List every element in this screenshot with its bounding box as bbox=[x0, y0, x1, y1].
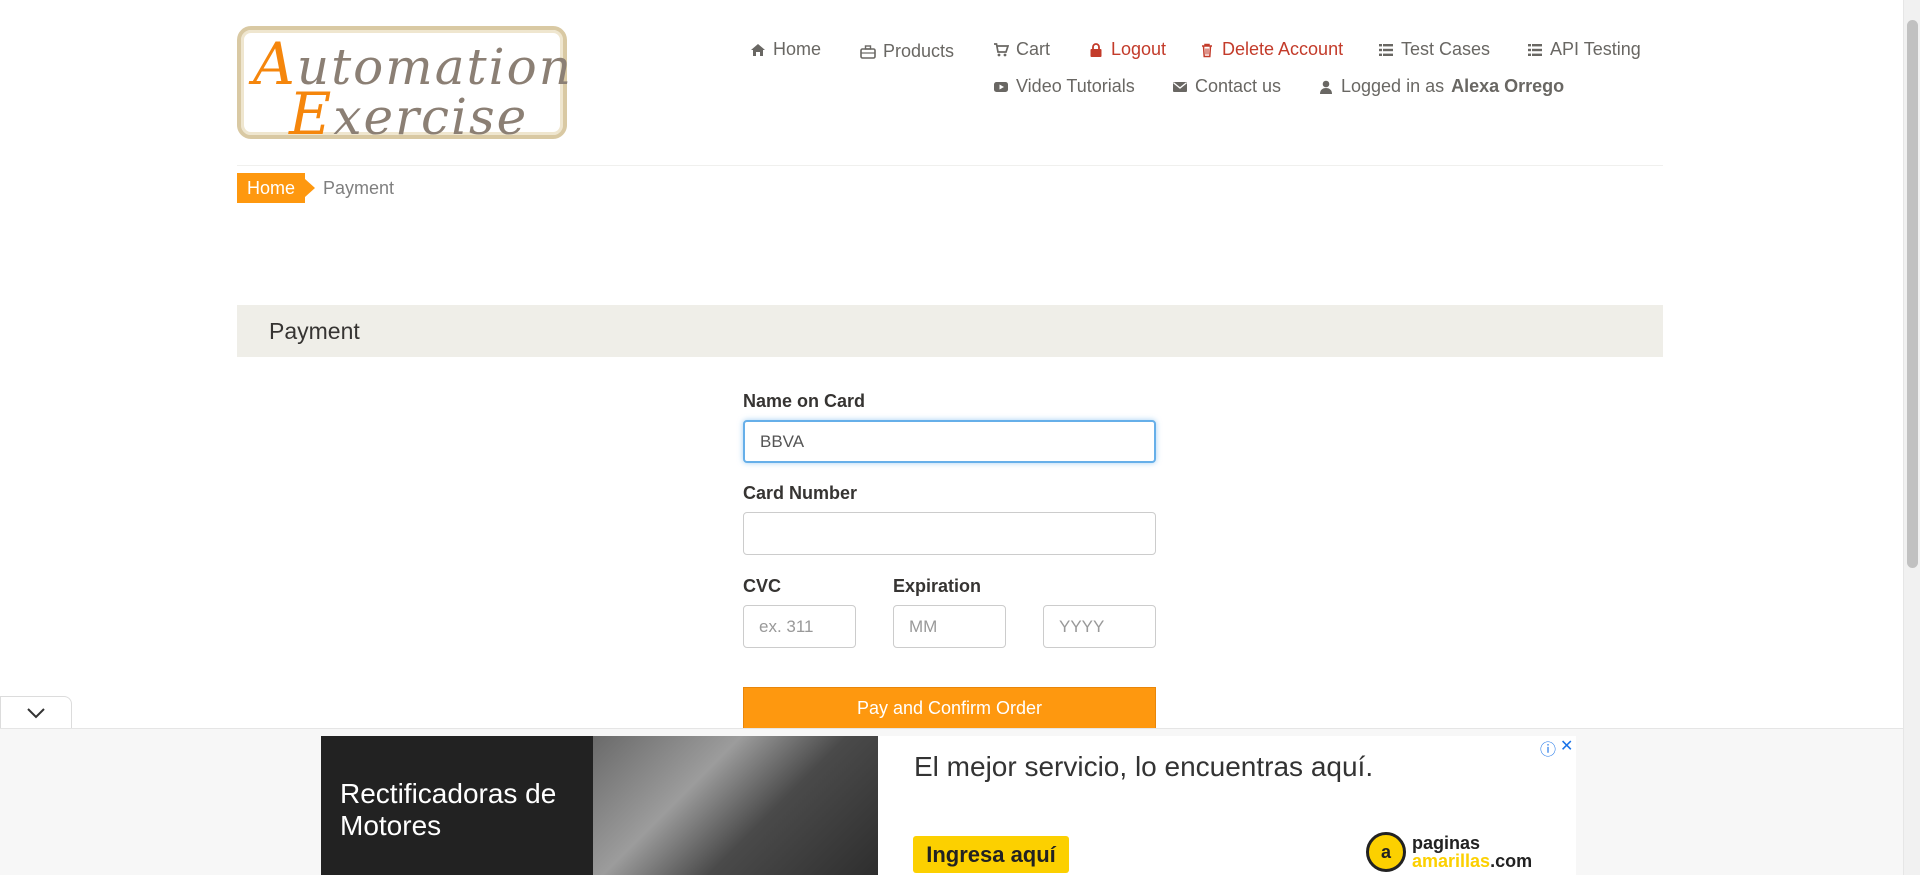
ad-dark-panel: Rectificadoras de Motores bbox=[321, 736, 878, 875]
nav-cart-label: Cart bbox=[1016, 39, 1051, 59]
card-number-label: Card Number bbox=[743, 483, 858, 503]
lock-icon bbox=[1090, 42, 1102, 57]
home-icon bbox=[751, 43, 765, 56]
name-on-card-input[interactable] bbox=[743, 420, 1156, 463]
nav-api-testing[interactable]: API Testing bbox=[1527, 39, 1641, 60]
ad-dark-title: Rectificadoras de Motores bbox=[340, 778, 557, 841]
nav-logout-label: Logout bbox=[1111, 39, 1167, 59]
nav-delete-account-label: Delete Account bbox=[1222, 39, 1344, 59]
cvc-input[interactable] bbox=[743, 605, 856, 648]
nav-cart[interactable]: Cart bbox=[993, 39, 1050, 60]
ad-brand-logo: a paginas amarillas.com bbox=[1366, 832, 1532, 872]
nav-logout[interactable]: Logout bbox=[1088, 39, 1166, 60]
page-title: Payment bbox=[269, 318, 360, 344]
name-on-card-label: Name on Card bbox=[743, 391, 866, 411]
ad-engine-photo bbox=[593, 736, 878, 875]
breadcrumb-current: Payment bbox=[323, 178, 395, 198]
header-divider bbox=[237, 165, 1663, 166]
main-nav: Home Products Cart Logout Delete Account… bbox=[0, 39, 1920, 69]
nav-contact-us-label: Contact us bbox=[1195, 76, 1282, 96]
envelope-icon bbox=[1173, 81, 1187, 92]
expiration-label: Expiration bbox=[893, 576, 982, 596]
trash-icon bbox=[1202, 43, 1212, 57]
nav-products[interactable]: Products bbox=[860, 41, 954, 62]
nav-video-tutorials-label: Video Tutorials bbox=[1016, 76, 1135, 96]
nav-test-cases-label: Test Cases bbox=[1401, 39, 1491, 59]
cvc-label: CVC bbox=[743, 576, 782, 596]
ad-collapse-toggle[interactable] bbox=[0, 696, 72, 728]
ad-brand-text: paginas amarillas.com bbox=[1412, 833, 1533, 871]
user-icon bbox=[1320, 80, 1332, 94]
list-icon bbox=[1379, 43, 1393, 56]
paginas-amarillas-icon: a bbox=[1366, 832, 1406, 872]
nav-delete-account[interactable]: Delete Account bbox=[1199, 39, 1343, 60]
cart-icon bbox=[994, 42, 1009, 56]
nav-api-testing-label: API Testing bbox=[1550, 39, 1641, 59]
expiry-month-input[interactable] bbox=[893, 605, 1006, 648]
list-icon bbox=[1528, 43, 1542, 56]
secondary-nav: Video Tutorials Contact us Logged in as … bbox=[0, 76, 1920, 106]
page-scrollbar[interactable] bbox=[1903, 0, 1920, 875]
nav-contact-us[interactable]: Contact us bbox=[1172, 76, 1281, 97]
nav-home[interactable]: Home bbox=[750, 39, 821, 60]
expiry-year-input[interactable] bbox=[1043, 605, 1156, 648]
nav-test-cases[interactable]: Test Cases bbox=[1378, 39, 1490, 60]
card-number-input[interactable] bbox=[743, 512, 1156, 555]
youtube-icon bbox=[994, 81, 1008, 92]
pay-and-confirm-button[interactable]: Pay and Confirm Order bbox=[743, 687, 1156, 729]
scrollbar-thumb[interactable] bbox=[1907, 20, 1918, 568]
ad-headline: El mejor servicio, lo encuentras aquí. bbox=[914, 751, 1374, 782]
advertisement-banner[interactable]: Rectificadoras de Motores El mejor servi… bbox=[321, 736, 1576, 875]
nav-home-label: Home bbox=[773, 39, 822, 59]
breadcrumb-home[interactable]: Home bbox=[237, 173, 316, 203]
ad-close-icon[interactable]: ✕ bbox=[1560, 736, 1573, 756]
logged-in-username: Alexa Orrego bbox=[1451, 76, 1565, 96]
briefcase-icon bbox=[860, 44, 876, 59]
nav-products-label: Products bbox=[883, 41, 955, 61]
nav-video-tutorials[interactable]: Video Tutorials bbox=[993, 76, 1135, 97]
payment-heading-band: Payment bbox=[237, 305, 1663, 357]
nav-logged-in-as[interactable]: Logged in as Alexa Orrego bbox=[1318, 76, 1564, 97]
ad-info-icon[interactable]: ⓘ bbox=[1540, 736, 1556, 760]
ad-cta-button[interactable]: Ingresa aquí bbox=[913, 836, 1069, 873]
chevron-down-icon bbox=[27, 707, 45, 718]
logged-in-prefix: Logged in as bbox=[1341, 76, 1445, 96]
